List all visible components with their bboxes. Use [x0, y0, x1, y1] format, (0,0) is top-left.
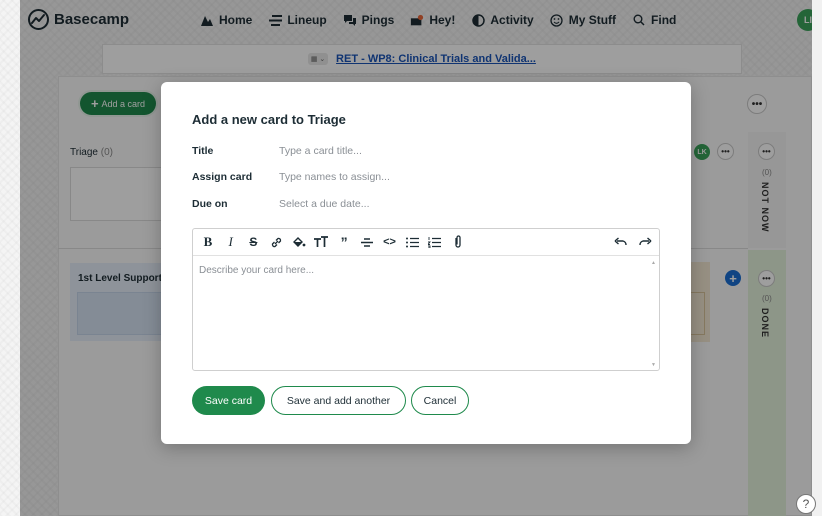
due-date-input[interactable]: Select a due date... — [279, 198, 369, 210]
assign-input[interactable]: Type names to assign... — [279, 171, 390, 183]
description-editor[interactable]: B I S ” <> ▲ Describe your card here... … — [192, 228, 660, 371]
assign-row: Assign card Type names to assign... — [192, 171, 390, 183]
title-row: Title Type a card title... — [192, 145, 362, 157]
bullet-list-icon[interactable] — [404, 234, 420, 250]
heading-icon[interactable] — [313, 234, 329, 250]
due-label: Due on — [192, 198, 228, 210]
right-edge — [812, 0, 822, 516]
title-input[interactable]: Type a card title... — [279, 145, 362, 157]
dialog-title: Add a new card to Triage — [192, 112, 346, 127]
save-and-add-another-button[interactable]: Save and add another — [271, 386, 406, 415]
numbered-list-icon[interactable] — [427, 234, 443, 250]
bold-icon[interactable]: B — [200, 234, 216, 250]
attachment-icon[interactable] — [450, 234, 466, 250]
add-card-dialog: Add a new card to Triage Title Type a ca… — [161, 82, 691, 444]
editor-toolbar: B I S ” <> — [193, 229, 659, 256]
highlight-icon[interactable] — [291, 234, 307, 250]
undo-icon[interactable] — [613, 234, 629, 250]
redo-icon[interactable] — [637, 234, 653, 250]
save-card-button[interactable]: Save card — [192, 386, 265, 415]
help-icon[interactable]: ? — [796, 494, 816, 514]
scroll-up-icon[interactable]: ▲ — [651, 260, 656, 266]
code-icon[interactable]: <> — [382, 234, 398, 250]
title-label: Title — [192, 145, 214, 157]
link-icon[interactable] — [268, 234, 284, 250]
assign-label: Assign card — [192, 171, 253, 183]
strikethrough-icon[interactable]: S — [245, 234, 261, 250]
description-placeholder[interactable]: Describe your card here... — [199, 265, 314, 276]
due-row: Due on Select a due date... — [192, 198, 369, 210]
horizontal-rule-icon[interactable] — [359, 234, 375, 250]
history-controls — [613, 234, 660, 250]
cancel-button[interactable]: Cancel — [411, 386, 469, 415]
italic-icon[interactable]: I — [223, 234, 239, 250]
quote-icon[interactable]: ” — [336, 234, 352, 250]
scroll-down-icon[interactable]: ▼ — [651, 362, 656, 368]
